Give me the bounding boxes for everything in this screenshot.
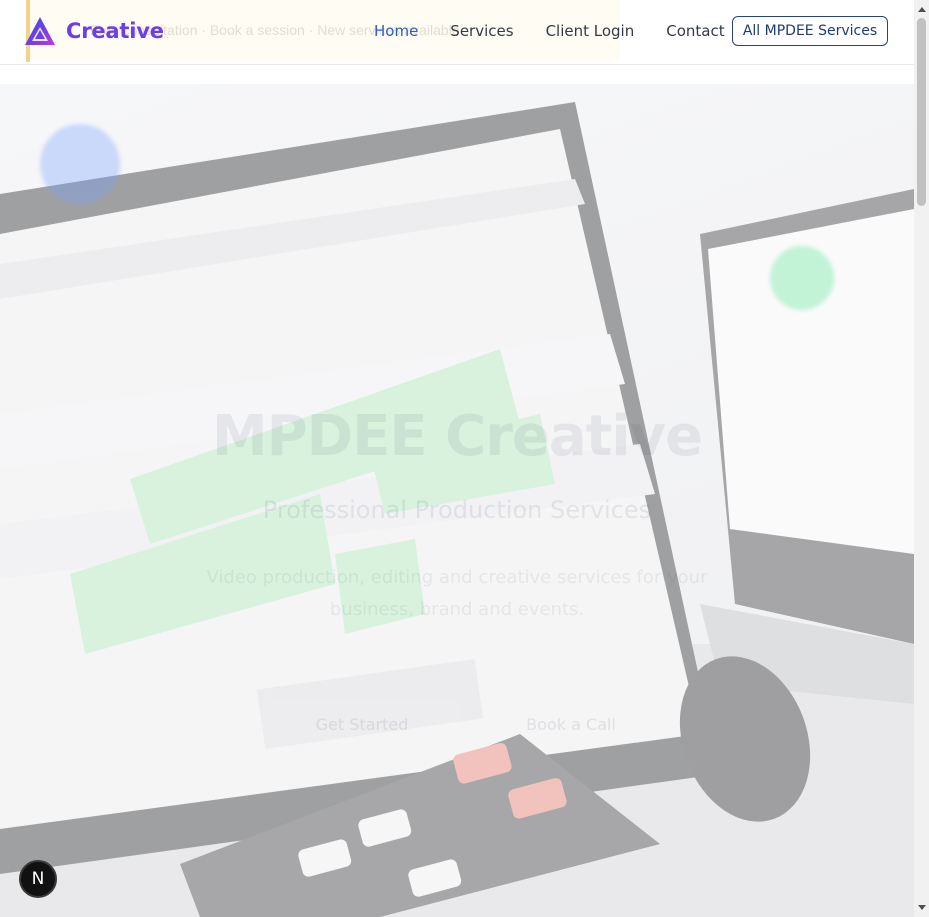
- hero-subtitle: Professional Production Services: [262, 496, 652, 524]
- all-services-button[interactable]: All MPDEE Services: [732, 16, 888, 46]
- nav-home[interactable]: Home: [374, 22, 418, 40]
- badge-letter: N: [31, 869, 45, 889]
- nav-contact[interactable]: Contact: [666, 22, 724, 40]
- scroll-up-arrow-icon[interactable]: [914, 2, 929, 17]
- main-nav: Home Services Client Login Contact: [374, 22, 757, 40]
- hero-title: MPDEE Creative: [211, 404, 703, 469]
- scrollbar-thumb[interactable]: [917, 18, 926, 206]
- logo-text: Creative: [66, 19, 164, 43]
- nextjs-icon[interactable]: N: [19, 860, 57, 898]
- hero-section: MPDEE Creative Professional Production S…: [0, 84, 914, 917]
- nav-client-login[interactable]: Client Login: [546, 22, 635, 40]
- get-started-button[interactable]: Get Started: [262, 702, 462, 746]
- scroll-down-arrow-icon[interactable]: [914, 900, 929, 915]
- decor-blob-blue: [40, 124, 120, 204]
- hero-description: Video production, editing and creative s…: [206, 567, 708, 620]
- decor-blob-green: [770, 246, 834, 310]
- site-header: Free consultation · Book a session · New…: [0, 0, 914, 65]
- book-call-button[interactable]: Book a Call: [476, 702, 666, 746]
- nav-services[interactable]: Services: [450, 22, 513, 40]
- logo-triangle-icon: [25, 17, 55, 45]
- page-scrollbar[interactable]: [914, 0, 929, 917]
- logo[interactable]: Creative: [24, 16, 164, 46]
